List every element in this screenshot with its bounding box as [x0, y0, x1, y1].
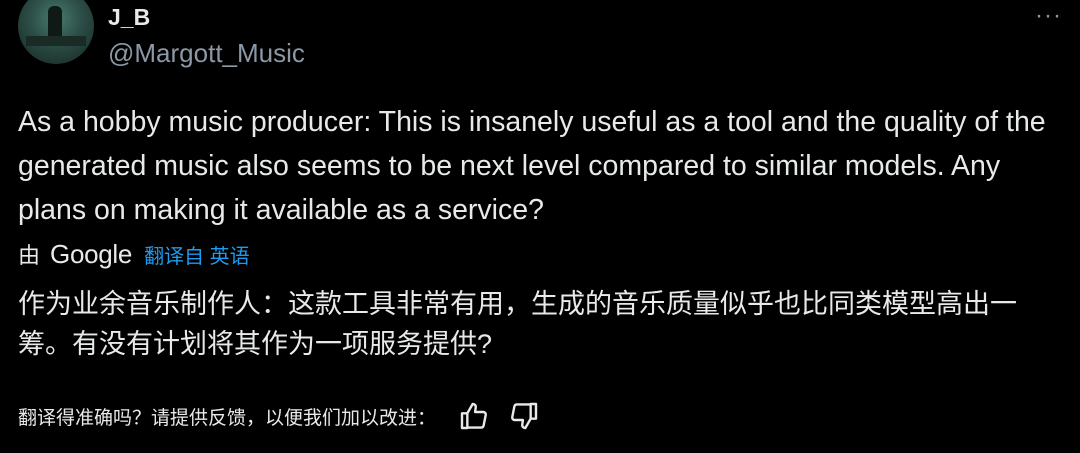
translated-text: 作为业余音乐制作人：这款工具非常有用，生成的音乐质量似乎也比同类模型高出一筹。有…: [18, 289, 1017, 359]
user-handle[interactable]: @Margott_Music: [108, 38, 305, 69]
thumbs-up-icon[interactable]: [458, 400, 490, 432]
avatar[interactable]: [18, 0, 94, 64]
avatar-figure: [48, 6, 62, 40]
more-options-icon[interactable]: ···: [1035, 4, 1062, 28]
feedback-prompt: 翻译得准确吗？请提供反馈，以便我们加以改进：: [18, 407, 437, 429]
translation-feedback: 翻译得准确吗？请提供反馈，以便我们加以改进：: [18, 398, 558, 434]
tweet-text: As a hobby music producer: This is insan…: [18, 106, 1046, 226]
display-name[interactable]: J_B: [108, 4, 150, 31]
translated-from-link[interactable]: 翻译自 英语: [144, 240, 250, 269]
translated-by-label: 由: [18, 243, 41, 268]
google-logo: Google: [50, 238, 133, 269]
thumbs-down-icon[interactable]: [508, 400, 540, 432]
translation-attribution: 由 Google 翻译自 英语: [18, 236, 250, 272]
avatar-desk: [26, 36, 86, 46]
